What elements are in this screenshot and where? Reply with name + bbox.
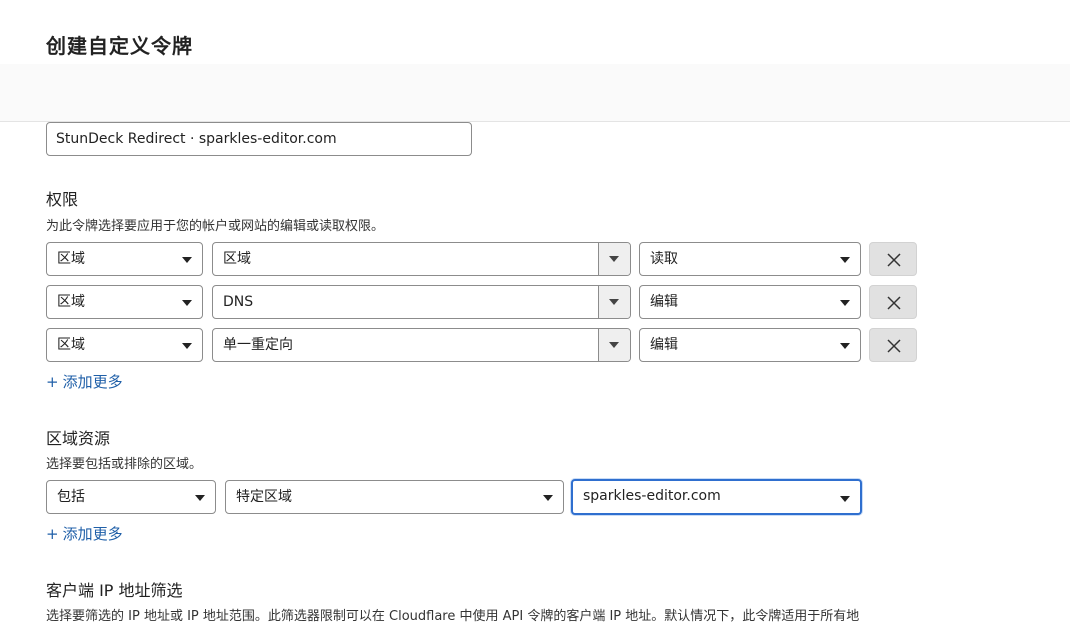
permissions-description: 为此令牌选择要应用于您的帐户或网站的编辑或读取权限。: [46, 219, 385, 234]
zone-type-select[interactable]: 特定区域: [225, 480, 564, 514]
permission-access-select[interactable]: 读取: [639, 242, 861, 276]
chevron-down-icon: [182, 300, 192, 306]
close-icon: [887, 296, 901, 310]
chevron-down-icon: [182, 343, 192, 349]
close-icon: [887, 253, 901, 267]
permission-item-value: 区域: [223, 251, 251, 267]
chevron-down-icon: [609, 342, 619, 348]
remove-permission-button[interactable]: [869, 242, 917, 276]
remove-permission-button[interactable]: [869, 285, 917, 319]
permissions-title: 权限: [46, 190, 79, 209]
client-ip-description: 选择要筛选的 IP 地址或 IP 地址范围。此筛选器限制可以在 Cloudfla…: [46, 609, 860, 624]
permission-scope-value: 区域: [57, 294, 85, 310]
permission-scope-select[interactable]: 区域: [46, 242, 203, 276]
token-name-input[interactable]: [46, 122, 472, 156]
permission-item-combobox[interactable]: DNS: [212, 285, 631, 319]
add-more-permissions-link[interactable]: + 添加更多: [46, 372, 123, 392]
permission-access-value: 编辑: [650, 294, 678, 310]
zone-resources-title: 区域资源: [46, 429, 111, 448]
add-more-label: 添加更多: [62, 525, 123, 543]
permission-scope-select[interactable]: 区域: [46, 328, 203, 362]
chevron-down-icon: [609, 299, 619, 305]
permission-item-value: DNS: [223, 294, 254, 310]
chevron-down-icon: [840, 300, 850, 306]
combobox-toggle-button[interactable]: [598, 286, 630, 318]
header-band: [0, 64, 1070, 122]
permission-access-value: 编辑: [650, 337, 678, 353]
permission-scope-select[interactable]: 区域: [46, 285, 203, 319]
zone-include-select[interactable]: 包括: [46, 480, 216, 514]
combobox-toggle-button[interactable]: [598, 243, 630, 275]
permission-access-select[interactable]: 编辑: [639, 285, 861, 319]
permission-item-combobox[interactable]: 单一重定向: [212, 328, 631, 362]
page-title: 创建自定义令牌: [46, 34, 193, 58]
chevron-down-icon: [840, 496, 850, 502]
chevron-down-icon: [543, 495, 553, 501]
zone-type-value: 特定区域: [236, 489, 292, 505]
permission-item-combobox[interactable]: 区域: [212, 242, 631, 276]
zone-resources-description: 选择要包括或排除的区域。: [46, 457, 203, 472]
chevron-down-icon: [609, 256, 619, 262]
chevron-down-icon: [195, 495, 205, 501]
page-header: 创建自定义令牌: [0, 0, 1070, 64]
add-more-label: 添加更多: [62, 373, 123, 391]
zone-select[interactable]: sparkles-editor.com: [571, 479, 862, 515]
permission-scope-value: 区域: [57, 251, 85, 267]
chevron-down-icon: [840, 343, 850, 349]
chevron-down-icon: [840, 257, 850, 263]
close-icon: [887, 339, 901, 353]
add-more-zones-link[interactable]: + 添加更多: [46, 524, 123, 544]
combobox-toggle-button[interactable]: [598, 329, 630, 361]
zone-value: sparkles-editor.com: [583, 488, 721, 504]
permission-scope-value: 区域: [57, 337, 85, 353]
permission-access-value: 读取: [650, 251, 678, 267]
plus-icon: +: [46, 373, 59, 391]
permission-access-select[interactable]: 编辑: [639, 328, 861, 362]
client-ip-title: 客户端 IP 地址筛选: [46, 581, 183, 600]
zone-include-value: 包括: [57, 489, 85, 505]
remove-permission-button[interactable]: [869, 328, 917, 362]
chevron-down-icon: [182, 257, 192, 263]
permission-item-value: 单一重定向: [223, 337, 293, 353]
plus-icon: +: [46, 525, 59, 543]
